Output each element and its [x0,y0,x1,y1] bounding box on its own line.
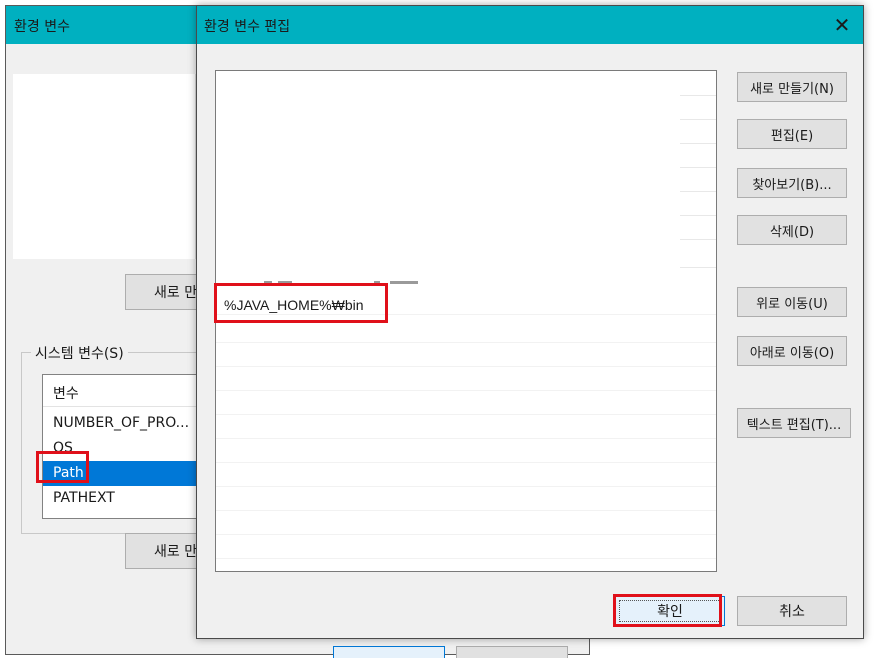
system-variables-list[interactable]: 변수 NUMBER_OF_PRO... OS Path PATHEXT [42,374,203,519]
system-list-header[interactable]: 변수 [43,375,203,407]
browse-button[interactable]: 찾아보기(B)... [737,168,847,198]
path-entry-row[interactable] [216,343,716,367]
close-icon[interactable]: ✕ [829,12,855,38]
back-ok-button[interactable] [333,646,445,658]
path-entry-row[interactable] [216,415,716,439]
path-entry-row[interactable] [216,511,716,535]
list-line [680,119,716,120]
cancel-button[interactable]: 취소 [737,596,847,626]
new-entry-button-label: 새로 만들기(N) [750,81,834,97]
java-path-highlight [214,283,388,323]
system-row-label: NUMBER_OF_PRO... [53,415,190,431]
move-down-button[interactable]: 아래로 이동(O) [737,336,847,366]
ok-button-highlight [613,594,722,627]
system-new-button[interactable]: 새로 만 [125,533,197,569]
browse-button-label: 찾아보기(B)... [752,177,832,193]
back-window-title: 환경 변수 [14,19,70,35]
list-line [680,267,716,268]
list-line [680,191,716,192]
list-line [680,215,716,216]
dialog-titlebar[interactable]: 환경 변수 편집 ✕ [197,6,863,44]
list-line [680,95,716,96]
path-entry-row[interactable] [216,487,716,511]
move-down-button-label: 아래로 이동(O) [749,345,835,361]
list-line [680,167,716,168]
system-new-button-label: 새로 만 [154,544,197,560]
path-row-highlight [36,451,89,483]
user-new-button[interactable]: 새로 만 [125,274,197,310]
dialog-title: 환경 변수 편집 [204,19,291,35]
back-cancel-button[interactable] [456,646,568,658]
user-new-button-label: 새로 만 [154,285,197,301]
system-list-row[interactable]: NUMBER_OF_PRO... [43,411,203,436]
edit-entry-button[interactable]: 편집(E) [737,119,847,149]
user-variables-list[interactable] [13,74,209,259]
path-entry-row[interactable] [216,391,716,415]
move-up-button-label: 위로 이동(U) [756,296,828,312]
system-list-header-variable: 변수 [53,386,79,402]
edit-text-button[interactable]: 텍스트 편집(T)... [737,408,851,438]
system-row-label: PATHEXT [53,490,115,506]
edit-entry-button-label: 편집(E) [770,128,814,144]
edit-text-button-label: 텍스트 편집(T)... [746,417,842,433]
delete-entry-button[interactable]: 삭제(D) [737,215,847,245]
delete-entry-button-label: 삭제(D) [769,224,815,240]
path-entry-row[interactable] [216,535,716,559]
move-up-button[interactable]: 위로 이동(U) [737,287,847,317]
new-entry-button[interactable]: 새로 만들기(N) [737,72,847,102]
path-entry-row[interactable] [216,367,716,391]
path-entry-row[interactable] [216,439,716,463]
list-line [680,239,716,240]
path-entry-row[interactable] [216,463,716,487]
system-variables-group-label: 시스템 변수(S) [31,343,128,363]
system-list-row[interactable]: PATHEXT [43,486,203,511]
cancel-button-label: 취소 [779,604,805,620]
list-line [680,143,716,144]
